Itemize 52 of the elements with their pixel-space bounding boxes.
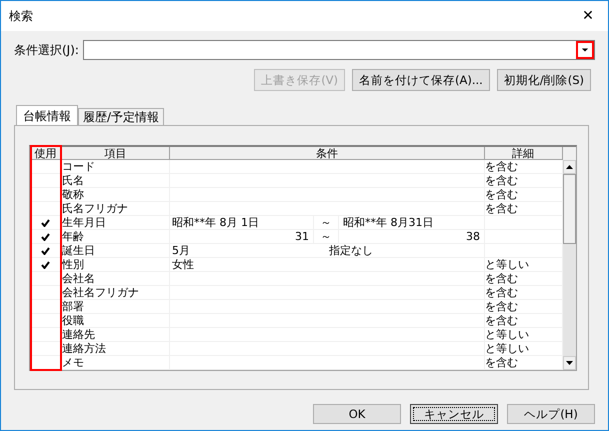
range-separator: ～ — [313, 216, 339, 229]
item-cell: 敬称 — [62, 188, 170, 202]
item-cell: 性別 — [62, 258, 170, 272]
detail-cell: と等しい — [485, 328, 563, 342]
detail-cell: を含む — [485, 188, 563, 202]
condition-from: 31 — [294, 230, 310, 243]
item-cell: 氏名フリガナ — [62, 202, 170, 216]
tab[interactable]: 台帳情報 — [16, 105, 78, 126]
detail-cell: を含む — [485, 314, 563, 328]
action-button[interactable]: 名前を付けて保存(A)... — [352, 69, 490, 91]
window-title: 検索 — [9, 8, 33, 24]
condition-combo[interactable] — [82, 40, 595, 60]
action-button[interactable]: 初期化/削除(S) — [496, 69, 591, 91]
detail-cell: を含む — [485, 272, 563, 286]
detail-cell: を含む — [485, 286, 563, 300]
item-cell: 部署 — [62, 300, 170, 314]
condition-to: 38 — [465, 230, 481, 243]
detail-cell: を含む — [485, 356, 563, 370]
scroll-up-icon[interactable] — [566, 165, 573, 169]
item-cell: 連絡先 — [62, 328, 170, 342]
detail-cell: と等しい — [485, 342, 563, 356]
detail-cell: を含む — [485, 202, 563, 216]
dialog-button[interactable]: キャンセル — [410, 404, 498, 424]
scroll-down-icon[interactable] — [566, 361, 573, 365]
condition-from: 女性 — [171, 258, 195, 271]
tab[interactable]: 履歴/予定情報 — [78, 108, 164, 126]
column-header: 条件 — [170, 147, 485, 160]
item-cell: コード — [62, 160, 170, 174]
item-cell: メモ — [62, 356, 170, 370]
condition-from: 5月 — [171, 244, 191, 257]
column-header: 項目 — [62, 147, 170, 160]
item-cell: 役職 — [62, 314, 170, 328]
item-cell: 年齢 — [62, 230, 170, 244]
item-cell: 氏名 — [62, 174, 170, 188]
dialog-button[interactable]: ヘルプ(H) — [507, 404, 595, 424]
condition-to: 指定なし — [328, 244, 374, 257]
item-cell: 会社名フリガナ — [62, 286, 170, 300]
condition-from: 昭和**年 8月 1日 — [171, 216, 260, 229]
item-cell: 連絡方法 — [62, 342, 170, 356]
range-separator: ～ — [313, 230, 339, 243]
dialog-button[interactable]: OK — [313, 404, 401, 424]
detail-cell: と等しい — [485, 258, 563, 272]
detail-cell: を含む — [485, 160, 563, 174]
item-cell: 会社名 — [62, 272, 170, 286]
item-cell: 生年月日 — [62, 216, 170, 230]
condition-to: 昭和**年 8月31日 — [342, 216, 434, 229]
detail-cell: を含む — [485, 300, 563, 314]
item-cell: 誕生日 — [62, 244, 170, 258]
detail-cell: を含む — [485, 174, 563, 188]
close-button[interactable]: ✕ — [568, 1, 608, 31]
column-header: 詳細 — [485, 147, 563, 160]
condition-label: 条件選択(J): — [14, 42, 79, 58]
